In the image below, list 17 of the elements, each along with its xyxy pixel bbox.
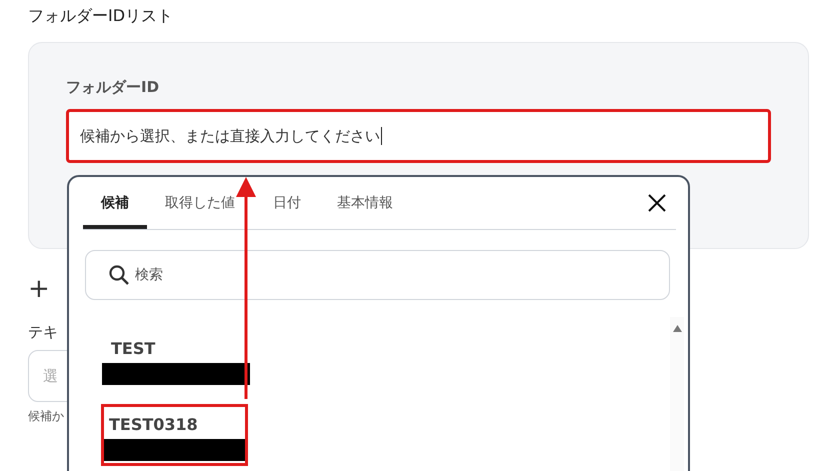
field-label: フォルダーID bbox=[66, 78, 160, 97]
tab[interactable]: 取得した値 bbox=[147, 177, 255, 229]
tab[interactable]: 基本情報 bbox=[319, 177, 411, 229]
add-button[interactable]: + bbox=[28, 269, 52, 309]
list-item[interactable]: TEST bbox=[103, 328, 250, 390]
section-title: フォルダーIDリスト bbox=[27, 5, 174, 27]
field-hint: 候補か bbox=[28, 408, 65, 425]
folder-id-field[interactable]: 候補から選択、または直接入力してください bbox=[66, 109, 771, 163]
search-icon bbox=[109, 265, 129, 285]
tab[interactable]: 日付 bbox=[255, 177, 319, 229]
close-icon[interactable] bbox=[648, 194, 666, 212]
search-field[interactable]: 検索 bbox=[85, 250, 670, 300]
list-item[interactable]: TEST0318 bbox=[101, 404, 248, 466]
tab[interactable]: 候補 bbox=[83, 177, 147, 229]
scrollbar[interactable] bbox=[670, 317, 684, 471]
field-label: テキ bbox=[28, 323, 59, 342]
scroll-up-icon[interactable] bbox=[672, 325, 682, 332]
